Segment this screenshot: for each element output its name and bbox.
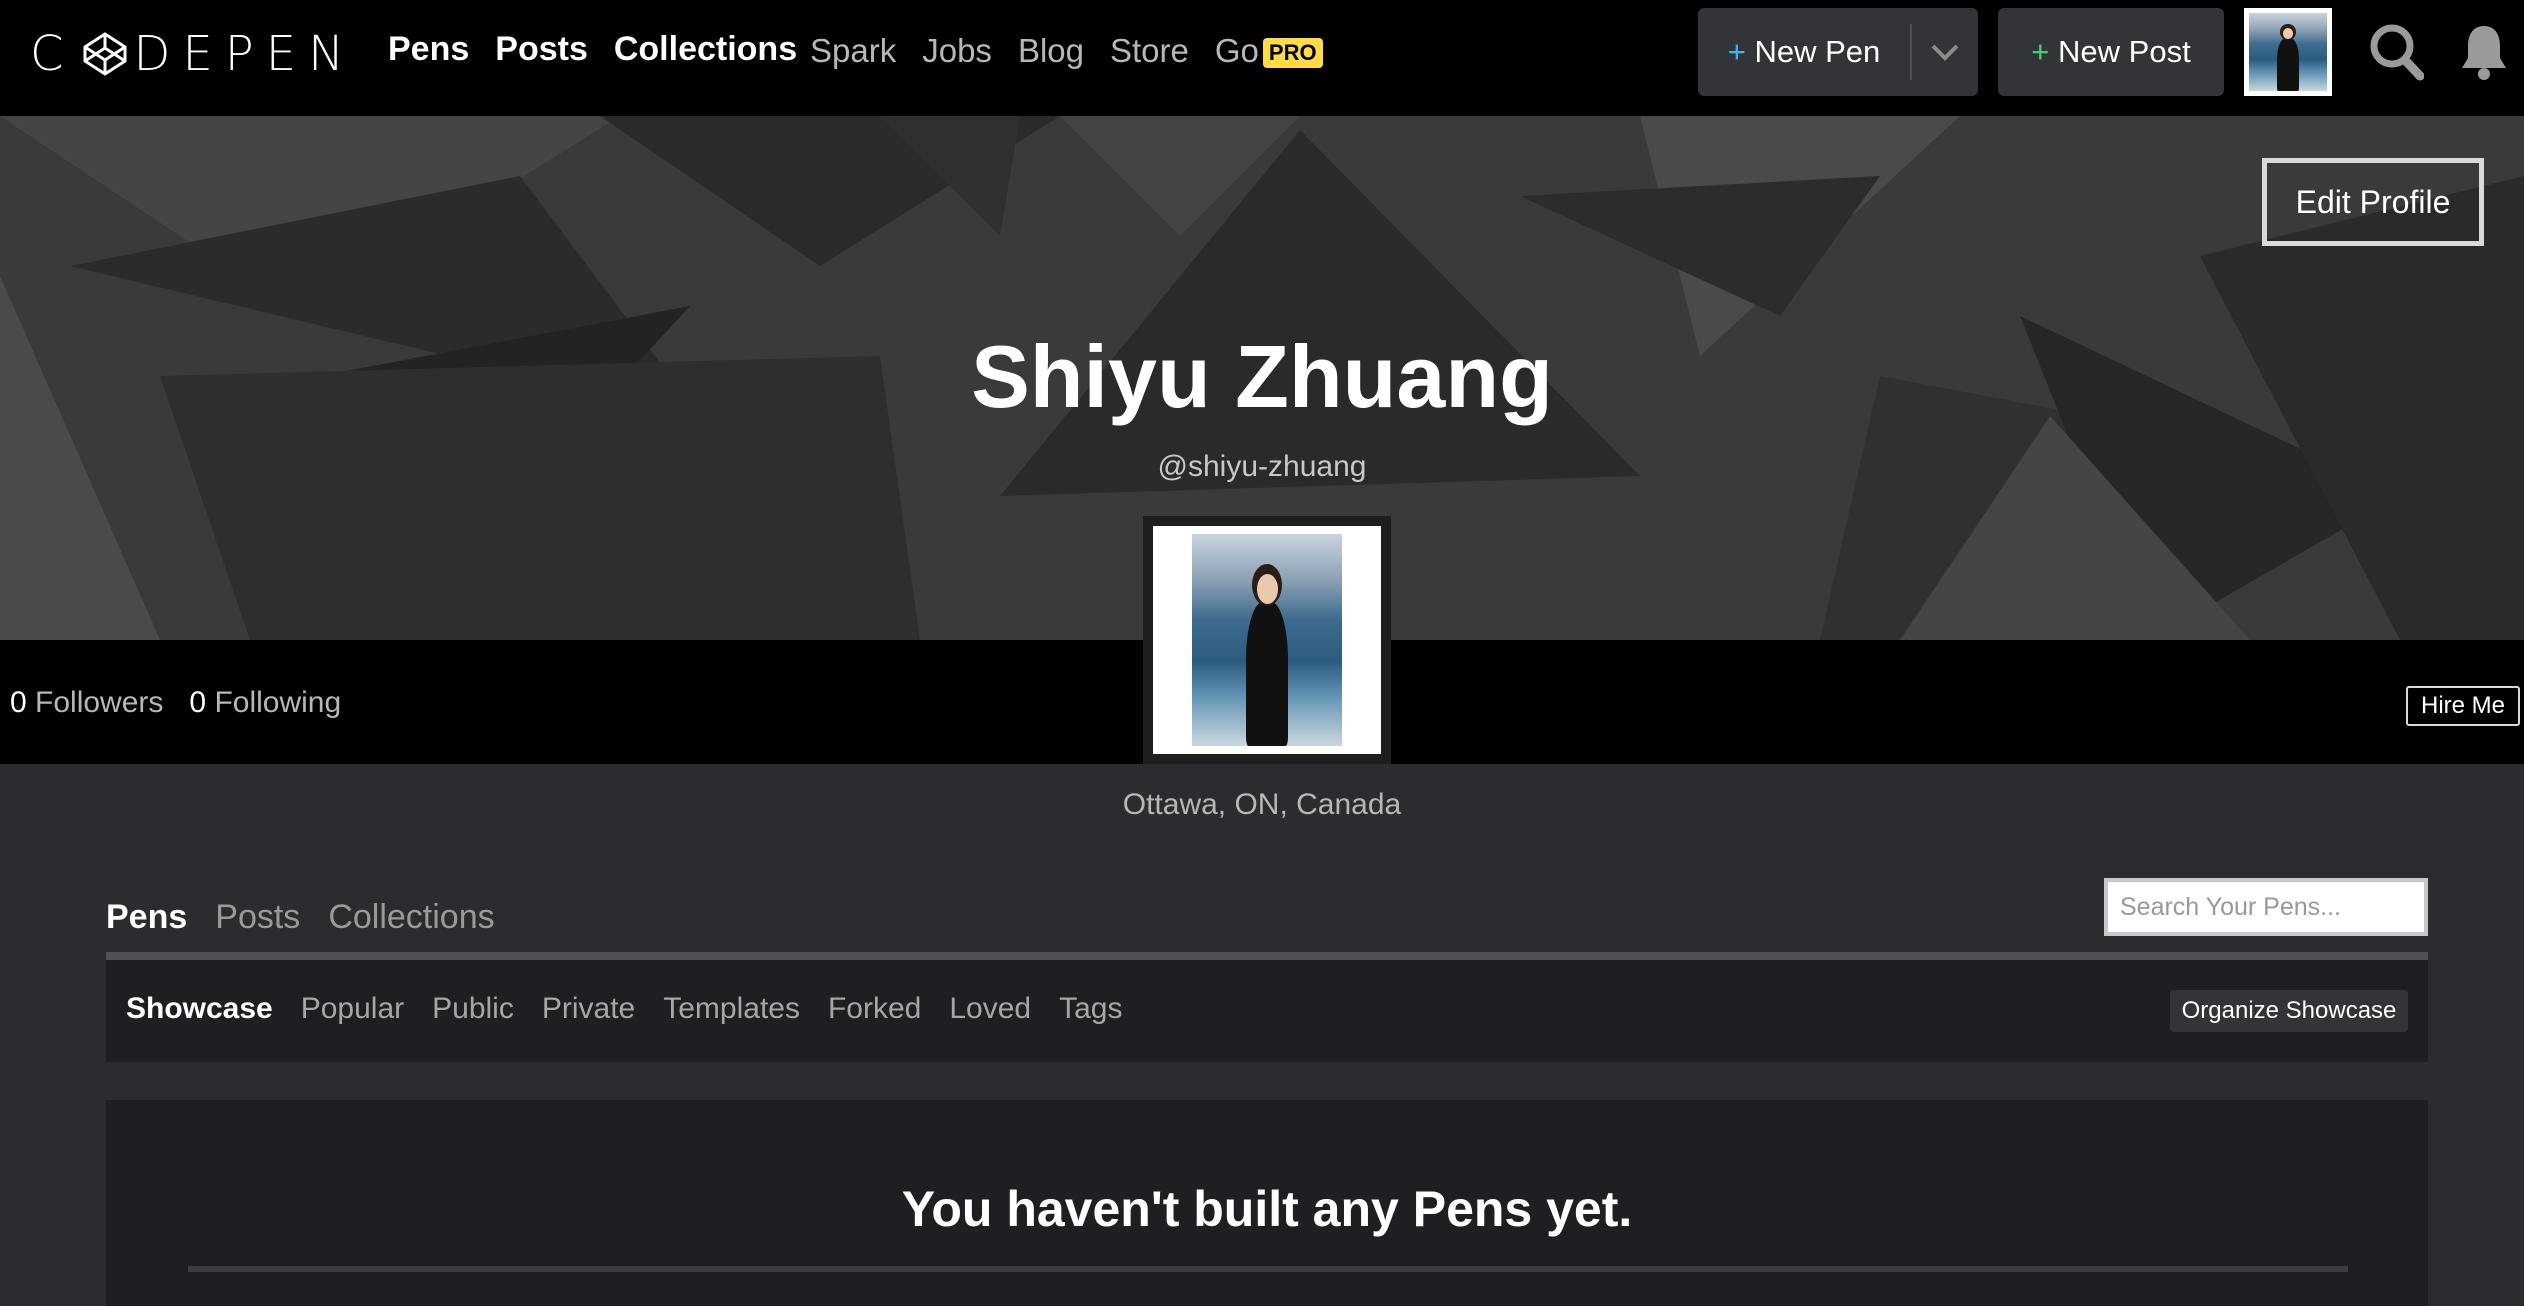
profile-avatar [1143, 516, 1391, 764]
subnav-templates[interactable]: Templates [663, 992, 800, 1026]
bell-icon[interactable] [2458, 22, 2510, 82]
nav-pens[interactable]: Pens [388, 30, 469, 69]
follow-stats: 0 Followers 0 Following [10, 686, 341, 720]
subnav-showcase[interactable]: Showcase [126, 992, 273, 1026]
logo-letter-c: C [30, 26, 76, 82]
nav-store[interactable]: Store [1110, 32, 1189, 70]
nav-collections[interactable]: Collections [614, 30, 797, 69]
hire-me-button[interactable]: Hire Me [2406, 686, 2520, 726]
profile-tabs: Pens Posts Collections [106, 898, 495, 937]
codepen-logo[interactable]: C DEPEN [30, 24, 356, 84]
plus-icon: + [1727, 34, 1746, 69]
following-count: 0 [189, 686, 207, 719]
nav-jobs[interactable]: Jobs [922, 32, 992, 70]
codepen-logo-icon [83, 32, 127, 76]
subnav-public[interactable]: Public [432, 992, 514, 1026]
nav-blog[interactable]: Blog [1018, 32, 1084, 70]
plus-icon: + [2031, 34, 2050, 69]
following-link[interactable]: 0 Following [189, 686, 341, 720]
new-post-button[interactable]: + New Post [1998, 8, 2224, 96]
nav-posts[interactable]: Posts [495, 30, 588, 69]
following-label: Following [214, 686, 342, 719]
subnav-tags[interactable]: Tags [1059, 992, 1122, 1026]
empty-state-message: You haven't built any Pens yet. [901, 1181, 1633, 1237]
top-navigation-bar: C DEPEN Pens Posts Collections Spark Job… [0, 0, 2524, 116]
tab-pens[interactable]: Pens [106, 898, 187, 937]
new-pen-button[interactable]: + New Pen [1698, 34, 1910, 70]
new-pen-label: New Pen [1754, 34, 1881, 69]
empty-state-panel: You haven't built any Pens yet. [106, 1100, 2428, 1306]
nav-go-label: Go [1214, 32, 1259, 69]
profile-name: Shiyu Zhuang [971, 327, 1553, 426]
pro-badge: PRO [1262, 38, 1323, 69]
followers-link[interactable]: 0 Followers [10, 686, 163, 720]
user-avatar[interactable] [2244, 8, 2332, 96]
chevron-down-icon [1931, 44, 1959, 61]
logo-letters-depen: DEPEN [133, 26, 356, 82]
empty-state-divider [188, 1266, 2348, 1272]
profile-handle: @shiyu-zhuang [1157, 450, 1367, 483]
edit-profile-button[interactable]: Edit Profile [2262, 158, 2484, 246]
profile-location: Ottawa, ON, Canada [1122, 788, 1402, 821]
new-post-label: New Post [2058, 34, 2191, 69]
pens-subnav: Showcase Popular Public Private Template… [106, 960, 2428, 1062]
subnav-popular[interactable]: Popular [301, 992, 404, 1026]
new-pen-dropdown-toggle[interactable] [1912, 42, 1978, 62]
organize-showcase-button[interactable]: Organize Showcase [2170, 990, 2408, 1032]
subnav-loved[interactable]: Loved [949, 992, 1031, 1026]
avatar-photo [2249, 13, 2327, 91]
tab-collections[interactable]: Collections [328, 898, 494, 937]
search-icon[interactable] [2368, 22, 2424, 82]
profile-avatar-photo [1192, 534, 1342, 746]
nav-spark[interactable]: Spark [810, 32, 896, 70]
nav-go[interactable]: Go PRO [1215, 32, 1323, 70]
followers-count: 0 [10, 686, 27, 719]
tab-posts[interactable]: Posts [215, 898, 300, 937]
subnav-private[interactable]: Private [542, 992, 635, 1026]
primary-nav: Pens Posts Collections [388, 30, 797, 69]
search-pens-input[interactable]: Search Your Pens... [2104, 878, 2428, 936]
followers-label: Followers [35, 686, 164, 719]
tabs-divider [106, 952, 2428, 960]
subnav-forked[interactable]: Forked [828, 992, 921, 1026]
secondary-nav: Spark Jobs Blog Store Go PRO [810, 32, 1323, 70]
new-pen-button-group: + New Pen [1698, 8, 1978, 96]
